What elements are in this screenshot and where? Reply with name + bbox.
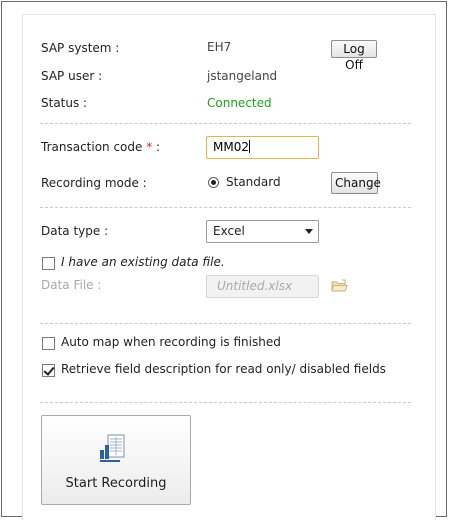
transaction-code-value: MM02 bbox=[213, 140, 249, 154]
log-off-button[interactable]: Log Off bbox=[331, 40, 377, 72]
folder-open-icon bbox=[331, 279, 348, 296]
text-caret bbox=[248, 140, 250, 153]
status-value: Connected bbox=[207, 96, 272, 110]
auto-map-label: Auto map when recording is finished bbox=[61, 335, 281, 349]
separator bbox=[40, 123, 411, 124]
chevron-down-icon bbox=[305, 229, 313, 234]
spreadsheet-record-icon bbox=[98, 434, 130, 467]
data-file-label: Data File : bbox=[41, 278, 102, 292]
transaction-code-label-text: Transaction code bbox=[41, 140, 143, 154]
recording-mode-label: Recording mode : bbox=[41, 176, 147, 190]
separator bbox=[40, 323, 411, 324]
separator bbox=[40, 402, 411, 403]
separator bbox=[40, 207, 411, 208]
start-recording-button[interactable]: Start Recording bbox=[41, 415, 191, 505]
auto-map-checkbox[interactable] bbox=[42, 337, 55, 350]
sap-system-label: SAP system : bbox=[41, 41, 120, 55]
data-file-input: Untitled.xlsx bbox=[206, 275, 319, 298]
status-label: Status : bbox=[41, 96, 88, 110]
sap-system-value: EH7 bbox=[207, 40, 232, 54]
data-type-selected: Excel bbox=[213, 224, 245, 238]
standard-mode-label: Standard bbox=[226, 175, 281, 189]
change-mode-button[interactable]: Change bbox=[331, 172, 381, 194]
transaction-code-label: Transaction code * : bbox=[41, 140, 160, 154]
sap-user-value: jstangeland bbox=[207, 69, 278, 83]
existing-file-checkbox[interactable] bbox=[42, 257, 55, 270]
data-type-select[interactable]: Excel bbox=[206, 220, 319, 243]
start-recording-label: Start Recording bbox=[65, 476, 167, 491]
check-icon bbox=[43, 364, 55, 376]
data-type-label: Data type : bbox=[41, 224, 109, 238]
existing-file-label: I have an existing data file. bbox=[61, 255, 225, 269]
standard-mode-radio[interactable] bbox=[208, 177, 219, 188]
label-suffix: : bbox=[152, 140, 161, 154]
retrieve-description-checkbox[interactable] bbox=[42, 364, 55, 377]
retrieve-description-label: Retrieve field description for read only… bbox=[61, 362, 386, 376]
transaction-code-input[interactable]: MM02 bbox=[206, 136, 319, 159]
sap-user-label: SAP user : bbox=[41, 69, 103, 83]
